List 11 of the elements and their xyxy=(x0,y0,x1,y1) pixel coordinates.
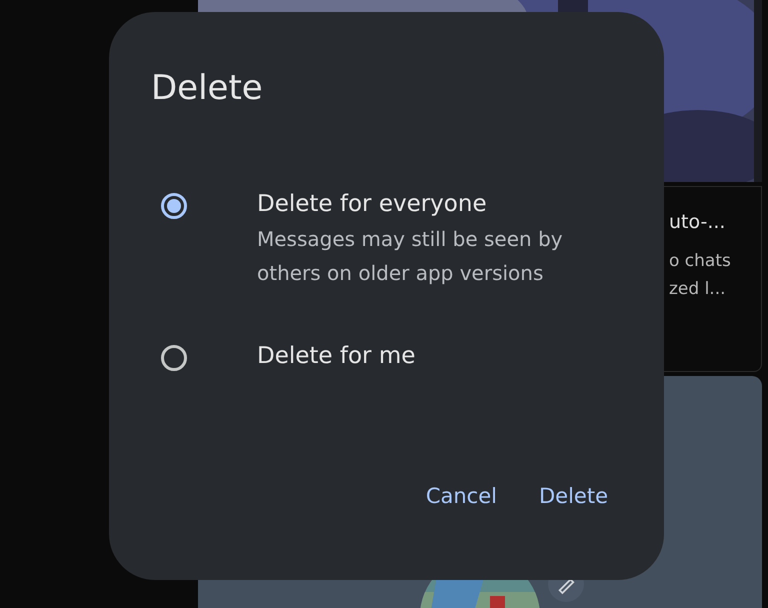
option-label[interactable]: Delete for everyone xyxy=(257,186,617,222)
card-text: o chats xyxy=(669,250,732,273)
card-text: zed l... xyxy=(669,278,727,301)
option-description: Messages may still be seen by others on older app versions xyxy=(257,226,564,287)
dialog-title: Delete xyxy=(151,68,264,108)
dialog-button[interactable]: Delete xyxy=(525,476,622,516)
card-title: uto-... xyxy=(669,211,726,233)
radio-button[interactable] xyxy=(161,345,187,371)
radio-button[interactable] xyxy=(161,193,187,219)
dialog-button[interactable]: Cancel xyxy=(412,476,511,516)
option-label[interactable]: Delete for me xyxy=(257,338,617,374)
